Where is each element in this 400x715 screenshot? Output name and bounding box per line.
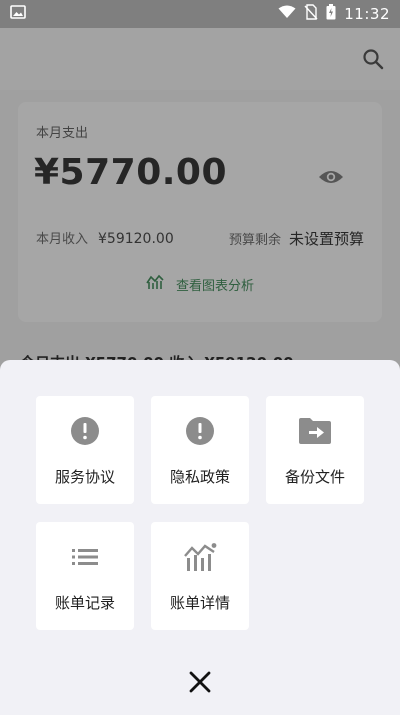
chart-trend-icon bbox=[146, 274, 164, 294]
close-icon[interactable] bbox=[186, 668, 214, 696]
budget-row[interactable]: 预算剩余 未设置预算 bbox=[229, 228, 364, 249]
tile-label: 服务协议 bbox=[54, 468, 115, 486]
folder-export-icon bbox=[298, 416, 332, 446]
tile-service-agreement[interactable]: 服务协议 bbox=[36, 396, 134, 504]
income-label: 本月收入 bbox=[36, 232, 89, 247]
info-circle-icon bbox=[185, 416, 215, 446]
expense-amount: ¥5770.00 bbox=[34, 152, 228, 193]
summary-card: 本月支出 ¥5770.00 本月收入 ¥59120.00 预算剩余 未设置预算 … bbox=[18, 102, 382, 322]
chart-analysis-link[interactable]: 查看图表分析 bbox=[18, 274, 382, 294]
tile-bill-records[interactable]: 账单记录 bbox=[36, 522, 134, 630]
battery-charging-icon bbox=[326, 4, 336, 24]
no-sim-icon bbox=[304, 4, 318, 24]
expense-label: 本月支出 bbox=[36, 126, 89, 141]
income-row: 本月收入 ¥59120.00 bbox=[36, 228, 174, 247]
tile-bill-details[interactable]: 账单详情 bbox=[151, 522, 249, 630]
app-bar bbox=[0, 28, 400, 90]
bar-chart-icon bbox=[183, 542, 217, 572]
clock: 11:32 bbox=[344, 5, 390, 23]
status-bar: 11:32 bbox=[0, 0, 400, 28]
bottom-sheet: 服务协议 隐私政策 备份文件 账单记录 账单详情 bbox=[0, 360, 400, 715]
wifi-icon bbox=[278, 5, 296, 23]
tile-label: 账单详情 bbox=[169, 594, 230, 612]
eye-icon[interactable] bbox=[318, 168, 344, 186]
tile-privacy-policy[interactable]: 隐私政策 bbox=[151, 396, 249, 504]
budget-value: 未设置预算 bbox=[288, 230, 364, 248]
search-icon[interactable] bbox=[360, 46, 386, 72]
info-circle-icon bbox=[70, 416, 100, 446]
chart-link-label: 查看图表分析 bbox=[175, 278, 254, 294]
income-value: ¥59120.00 bbox=[98, 231, 174, 247]
budget-label: 预算剩余 bbox=[228, 233, 281, 248]
image-icon bbox=[10, 5, 26, 23]
tile-label: 账单记录 bbox=[54, 594, 115, 612]
tile-label: 备份文件 bbox=[284, 468, 345, 486]
tile-label: 隐私政策 bbox=[169, 468, 230, 486]
list-icon bbox=[71, 542, 99, 572]
tile-backup-file[interactable]: 备份文件 bbox=[266, 396, 364, 504]
